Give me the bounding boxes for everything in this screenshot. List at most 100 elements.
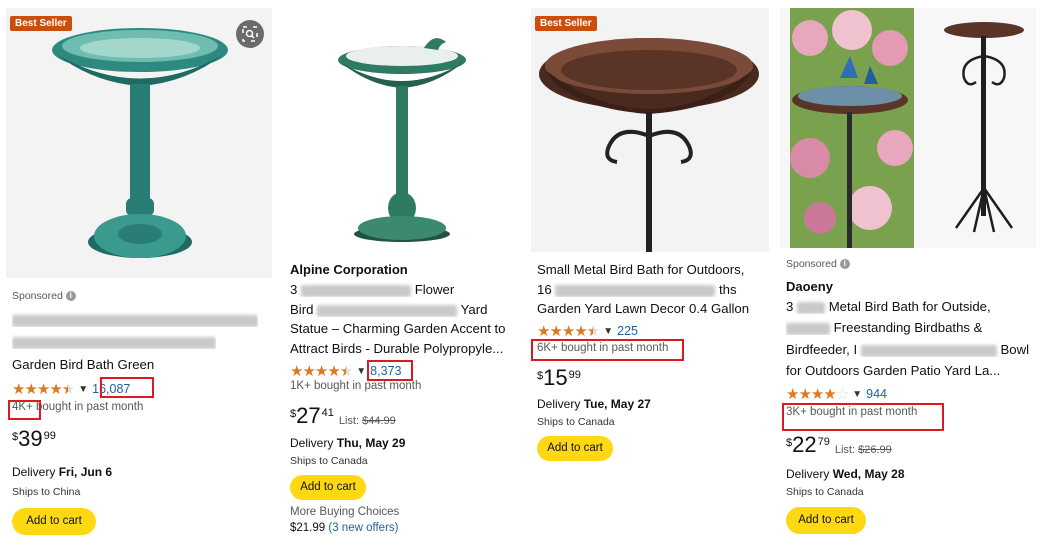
bird-bath-image [338, 38, 466, 242]
product-title-4[interactable]: for Outdoors Garden Patio Yard La... [786, 363, 1000, 378]
product-title-3[interactable]: 16 ths [537, 282, 765, 297]
price[interactable]: $ 39 99 [12, 428, 56, 450]
bought-in-past-month: 6K+ bought in past month [537, 342, 669, 354]
price[interactable]: $ 15 99 [537, 367, 581, 389]
star-rating[interactable]: ★★★★ ★ [290, 362, 353, 380]
add-to-cart-button[interactable]: Add to cart [290, 475, 366, 500]
price-fraction: 99 [568, 369, 581, 381]
list-price-value: $44.99 [362, 415, 396, 427]
lens-icon[interactable] [236, 20, 264, 48]
price-fraction: 79 [817, 436, 830, 448]
product-title-4[interactable]: Freestanding Birdbaths & [786, 320, 982, 335]
rating-row[interactable]: ★★★★ ☆ ▼ 944 [786, 385, 887, 403]
product-title-2[interactable]: Statue – Charming Garden Accent to [290, 321, 506, 336]
delivery-label: Delivery [12, 465, 59, 479]
product-title-2[interactable]: 3 Flower [290, 282, 454, 297]
sponsored-text: Sponsored [786, 258, 837, 270]
new-offers-link[interactable]: (3 new offers) [328, 522, 398, 534]
rating-row[interactable]: ★★★★ ★ ▼ 16,087 [12, 380, 130, 398]
rating-count[interactable]: 225 [617, 324, 638, 338]
add-to-cart-button[interactable]: Add to cart [786, 507, 866, 534]
title-fragment: 16 [537, 282, 552, 297]
sponsored-text: Sponsored [12, 290, 63, 302]
price-fraction: 99 [43, 430, 56, 442]
title-fragment: Birdfeeder, I [786, 342, 858, 357]
delivery-date: Thu, May 29 [336, 436, 406, 450]
product-card-2: Alpine Corporation 3 Flower Bird Yard St… [284, 0, 522, 546]
product-image-1[interactable]: Best Seller [6, 8, 272, 278]
more-buying-offers[interactable]: $21.99 (3 new offers) [290, 522, 399, 534]
star-rating[interactable]: ★★★★ ★ [537, 322, 600, 340]
brand-name: Alpine Corporation [290, 262, 408, 277]
product-title-4[interactable]: 3 Metal Bird Bath for Outside, [786, 299, 991, 314]
product-card-3: Best Seller Small Metal Bird Bath for Ou… [531, 0, 769, 546]
product-title-4[interactable]: Birdfeeder, I Bowl [786, 342, 1032, 357]
chevron-down-icon[interactable]: ▼ [603, 326, 613, 337]
bought-in-past-month: 4K+ bought in past month [12, 401, 143, 413]
rating-count[interactable]: 944 [866, 387, 887, 401]
product-card-1: Best Seller Sponsored i Garden Bird Bath… [6, 0, 272, 546]
title-fragment: Bird [290, 302, 314, 317]
delivery-info: Delivery Fri, Jun 6 [12, 465, 112, 479]
product-image-3[interactable]: Best Seller [531, 8, 769, 252]
price-whole: 39 [18, 426, 43, 451]
info-icon[interactable]: i [839, 259, 850, 269]
delivery-date: Tue, May 27 [583, 397, 651, 411]
title-fragment: Bowl [1000, 342, 1030, 357]
chevron-down-icon[interactable]: ▼ [852, 389, 862, 400]
title-fragment: Flower [414, 282, 455, 297]
title-fragment: 3 [290, 282, 298, 297]
bought-in-past-month: 3K+ bought in past month [786, 406, 918, 418]
ships-to: Ships to Canada [537, 416, 615, 428]
product-image-4[interactable] [780, 8, 1036, 248]
rating-row[interactable]: ★★★★ ★ ▼ 225 [537, 322, 638, 340]
title-fragment: Freestanding Birdbaths & [833, 320, 983, 335]
bird-bath-image [539, 38, 759, 252]
list-price: List: $26.99 [835, 444, 892, 456]
product-title-3[interactable]: Garden Yard Lawn Decor 0.4 Gallon [537, 301, 749, 316]
rating-row[interactable]: ★★★★ ★ ▼ 8,373 [290, 362, 401, 380]
ships-to: Ships to Canada [290, 455, 368, 467]
list-label: List: [834, 444, 859, 456]
rating-count[interactable]: 8,373 [370, 364, 401, 378]
delivery-date: Wed, May 28 [832, 467, 905, 481]
add-to-cart-button[interactable]: Add to cart [537, 436, 613, 461]
price-whole: 15 [543, 365, 568, 390]
title-line-blurred[interactable] [12, 312, 258, 327]
title-fragment: 3 [786, 299, 794, 314]
delivery-info: Delivery Thu, May 29 [290, 436, 405, 450]
bought-text: bought in past month [32, 401, 144, 413]
list-price-value: $26.99 [858, 444, 892, 456]
bought-in-past-month: 1K+ bought in past month [290, 380, 422, 392]
info-icon[interactable]: i [65, 291, 76, 301]
product-card-4: Sponsored i Daoeny 3 Metal Bird Bath for… [780, 0, 1036, 546]
price[interactable]: $ 27 41 List: $44.99 [290, 403, 396, 428]
add-to-cart-button[interactable]: Add to cart [12, 508, 96, 535]
product-title-3[interactable]: Small Metal Bird Bath for Outdoors, [537, 262, 744, 277]
delivery-date: Fri, Jun 6 [58, 465, 113, 479]
product-image-2[interactable] [284, 8, 522, 254]
bought-count: 4K+ [12, 401, 33, 413]
delivery-label: Delivery [786, 467, 833, 481]
delivery-info: Delivery Tue, May 27 [537, 397, 651, 411]
ships-to: Ships to Canada [786, 486, 864, 498]
bird-bath-image [52, 28, 228, 258]
product-title-2[interactable]: Bird Yard [290, 302, 518, 317]
price-whole: 22 [792, 432, 817, 457]
product-title-2[interactable]: Attract Birds - Durable Polypropyle... [290, 341, 503, 356]
delivery-info: Delivery Wed, May 28 [786, 467, 905, 481]
price-fraction: 41 [321, 407, 334, 419]
price[interactable]: $ 22 79 List: $26.99 [786, 432, 892, 457]
price-whole: 27 [296, 403, 321, 428]
star-rating[interactable]: ★★★★ ☆ [786, 385, 849, 403]
title-fragment: ths [719, 282, 737, 297]
title-line-blurred[interactable] [12, 334, 216, 349]
delivery-label: Delivery [537, 397, 584, 411]
product-title-1[interactable]: Garden Bird Bath Green [12, 357, 154, 372]
best-seller-badge: Best Seller [535, 16, 597, 31]
star-rating[interactable]: ★★★★ ★ [12, 380, 75, 398]
chevron-down-icon[interactable]: ▼ [78, 384, 88, 395]
title-fragment: Metal Bird Bath for Outside, [828, 299, 991, 314]
chevron-down-icon[interactable]: ▼ [356, 366, 366, 377]
rating-count[interactable]: 16,087 [92, 382, 130, 396]
